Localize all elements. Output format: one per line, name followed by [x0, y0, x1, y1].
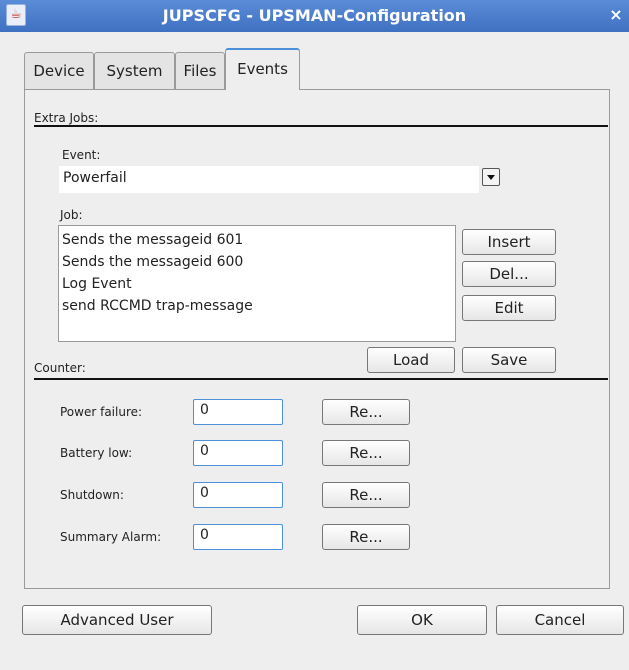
tab-device[interactable]: Device [24, 52, 94, 90]
battery-low-label: Battery low: [60, 446, 133, 460]
delete-button[interactable]: Del... [462, 261, 556, 287]
shutdown-field[interactable]: 0 [193, 482, 283, 508]
save-button[interactable]: Save [462, 347, 556, 373]
insert-button[interactable]: Insert [462, 229, 556, 255]
list-item[interactable]: Log Event [62, 273, 452, 295]
list-item[interactable]: Sends the messageid 600 [62, 251, 452, 273]
shutdown-label: Shutdown: [60, 488, 124, 502]
counter-label: Counter: [34, 361, 86, 375]
list-item[interactable]: Sends the messageid 601 [62, 229, 452, 251]
reset-summary-alarm-button[interactable]: Re... [322, 524, 410, 550]
battery-low-field[interactable]: 0 [193, 440, 283, 466]
load-button[interactable]: Load [367, 347, 455, 373]
job-list[interactable]: Sends the messageid 601 Sends the messag… [58, 225, 456, 342]
cancel-button[interactable]: Cancel [496, 605, 624, 635]
extra-jobs-divider [34, 125, 608, 127]
extra-jobs-label: Extra Jobs: [34, 111, 99, 125]
counter-divider [34, 378, 608, 380]
power-failure-label: Power failure: [60, 405, 143, 419]
tab-system[interactable]: System [94, 52, 175, 90]
list-item[interactable]: send RCCMD trap-message [62, 295, 452, 317]
window-title: JUPSCFG - UPSMAN-Configuration [162, 6, 467, 25]
close-icon[interactable]: × [605, 4, 627, 26]
edit-button[interactable]: Edit [462, 295, 556, 321]
event-label: Event: [62, 148, 101, 162]
power-failure-field[interactable]: 0 [193, 399, 283, 425]
title-bar: ☕ JUPSCFG - UPSMAN-Configuration × [0, 0, 629, 32]
event-select[interactable]: Powerfail [59, 166, 479, 193]
tab-files[interactable]: Files [175, 52, 225, 90]
summary-alarm-label: Summary Alarm: [60, 530, 162, 544]
chevron-down-icon[interactable] [482, 168, 500, 186]
tab-events[interactable]: Events [225, 48, 300, 90]
job-label: Job: [60, 208, 83, 222]
reset-power-failure-button[interactable]: Re... [322, 399, 410, 425]
summary-alarm-field[interactable]: 0 [193, 524, 283, 550]
ok-button[interactable]: OK [357, 605, 487, 635]
advanced-user-button[interactable]: Advanced User [22, 605, 212, 635]
reset-shutdown-button[interactable]: Re... [322, 482, 410, 508]
reset-battery-low-button[interactable]: Re... [322, 440, 410, 466]
